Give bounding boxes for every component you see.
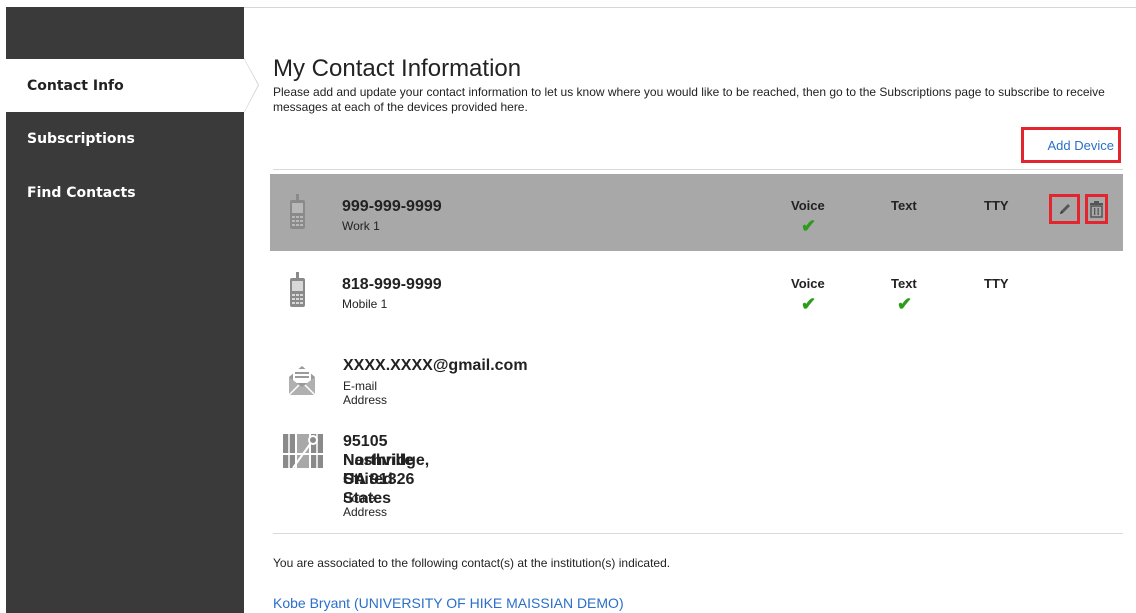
divider	[273, 169, 1123, 170]
map-icon	[283, 434, 323, 468]
sidebar-item-label: Contact Info	[27, 77, 124, 94]
phone-icon	[290, 194, 305, 229]
trash-icon	[1090, 201, 1103, 218]
page-description: Please add and update your contact infor…	[273, 85, 1105, 114]
email-label: E-mail Address	[343, 379, 388, 407]
voice-column-label: Voice	[791, 276, 825, 291]
sidebar-item-find-contacts[interactable]: Find Contacts	[6, 166, 244, 220]
voice-check-icon: ✔	[801, 294, 817, 314]
association-text: You are associated to the following cont…	[273, 556, 671, 570]
device-row-work[interactable]: 999-999-9999 Work 1 Voice Text TTY ✔	[270, 174, 1123, 251]
phone-icon	[290, 272, 305, 307]
sidebar-nav: Contact Info Subscriptions Find Contacts	[6, 58, 259, 220]
sidebar-item-label: Subscriptions	[27, 131, 135, 147]
voice-column-label: Voice	[791, 198, 825, 213]
address-label: Home Address	[343, 491, 388, 519]
voice-check-icon: ✔	[801, 216, 817, 236]
tty-column-label: TTY	[984, 276, 1009, 291]
device-label: Mobile 1	[342, 297, 388, 311]
pencil-icon	[1059, 204, 1070, 214]
edit-button[interactable]	[1049, 194, 1080, 224]
top-border	[244, 7, 1136, 8]
sidebar-item-label: Find Contacts	[27, 185, 136, 201]
email-value: XXXX.XXXX@gmail.com	[343, 357, 528, 374]
sidebar-item-subscriptions[interactable]: Subscriptions	[6, 112, 244, 166]
page-title: My Contact Information	[273, 55, 522, 82]
sidebar: Contact Info Subscriptions Find Contacts	[6, 7, 259, 613]
device-number: 818-999-9999	[342, 276, 442, 293]
sidebar-item-contact-info[interactable]: Contact Info	[6, 58, 259, 113]
add-device-link[interactable]: Add Device	[1048, 138, 1114, 153]
text-column-label: Text	[891, 276, 917, 291]
add-device-highlight: Add Device	[1021, 127, 1121, 163]
envelope-icon	[288, 366, 316, 396]
divider	[273, 533, 1123, 534]
text-column-label: Text	[891, 198, 917, 213]
device-row-mobile[interactable]: 818-999-9999 Mobile 1 Voice Text TTY ✔ ✔	[270, 252, 1123, 329]
delete-button[interactable]	[1085, 194, 1108, 224]
main-content: My Contact Information Please add and up…	[270, 55, 1123, 611]
device-number: 999-999-9999	[342, 198, 442, 215]
tty-column-label: TTY	[984, 198, 1009, 213]
contact-association-link[interactable]: Kobe Bryant (UNIVERSITY OF HIKE MAISSIAN…	[273, 595, 624, 611]
text-check-icon: ✔	[897, 294, 913, 314]
device-label: Work 1	[342, 219, 380, 233]
